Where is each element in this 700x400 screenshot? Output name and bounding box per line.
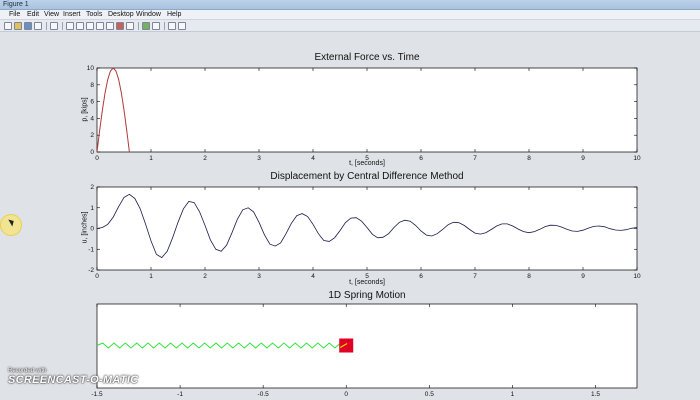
- brush-icon[interactable]: [116, 22, 124, 30]
- menu-view[interactable]: View: [44, 10, 59, 20]
- rotate-icon[interactable]: [96, 22, 104, 30]
- force-ytick-label: 6: [90, 99, 94, 106]
- displacement-ytick-label: 0: [90, 226, 94, 233]
- save-icon[interactable]: [24, 22, 32, 30]
- toolbar-separator: [46, 22, 47, 30]
- watermark-logo-text: SCREENCAST-O-MATIC: [8, 374, 139, 386]
- spring-mass-block: [339, 338, 354, 353]
- menu-window[interactable]: Window: [136, 10, 161, 20]
- window-title-bar: Figure 1: [0, 0, 700, 10]
- toolbar-separator: [164, 22, 165, 30]
- displacement-ytick-label: 1: [90, 205, 94, 212]
- spring-xtick-label: 1.5: [591, 391, 600, 398]
- zoom-out-icon[interactable]: [76, 22, 84, 30]
- spring-xtick-label: 0.5: [425, 391, 434, 398]
- displacement-ytick-label: -1: [88, 246, 94, 253]
- hide-plot-tools-icon[interactable]: [168, 22, 176, 30]
- menu-tools[interactable]: Tools: [86, 10, 102, 20]
- spring-xtick-label: -0.5: [258, 391, 270, 398]
- force-ytick-label: 10: [87, 65, 95, 72]
- force-axes[interactable]: [96, 67, 638, 153]
- zoom-in-icon[interactable]: [66, 22, 74, 30]
- displacement-x-label: t, [seconds]: [349, 279, 385, 286]
- colorbar-icon[interactable]: [142, 22, 150, 30]
- new-figure-icon[interactable]: [4, 22, 12, 30]
- force-x-label: t, [seconds]: [349, 160, 385, 167]
- spring-xtick-label: 0: [344, 391, 348, 398]
- spring-xtick-label: -1: [177, 391, 183, 398]
- menu-file[interactable]: File: [9, 10, 20, 20]
- displacement-ytick-label: 2: [90, 184, 94, 191]
- open-file-icon[interactable]: [14, 22, 22, 30]
- menu-desktop[interactable]: Desktop: [108, 10, 134, 20]
- displacement-plot-title: Displacement by Central Difference Metho…: [270, 171, 464, 182]
- menu-help[interactable]: Help: [167, 10, 181, 20]
- spring-xtick-label: -1.5: [91, 391, 103, 398]
- show-plot-tools-icon[interactable]: [178, 22, 186, 30]
- pan-icon[interactable]: [86, 22, 94, 30]
- figure-toolbar: [0, 20, 700, 32]
- menu-edit[interactable]: Edit: [27, 10, 39, 20]
- displacement-y-label: u, [inches]: [81, 211, 89, 244]
- force-plot-title: External Force vs. Time: [314, 52, 420, 63]
- window-title: Figure 1: [3, 1, 29, 8]
- displacement-ytick-label: -2: [88, 267, 94, 274]
- toolbar-separator: [62, 22, 63, 30]
- menu-bar: File Edit View Insert Tools Desktop Wind…: [0, 10, 700, 20]
- force-ytick-label: 8: [90, 82, 94, 89]
- displacement-axes[interactable]: [96, 186, 638, 271]
- data-cursor-icon[interactable]: [106, 22, 114, 30]
- spring-xtick-label: 1: [511, 391, 515, 398]
- edit-plot-icon[interactable]: [50, 22, 58, 30]
- figure-canvas: 0 1 2 3 4 5 6 7 8 9 100246810 0 1 2 3 4 5 6 7 8 9 10-2-1012 …: [0, 32, 700, 400]
- toolbar-separator: [138, 22, 139, 30]
- print-icon[interactable]: [34, 22, 42, 30]
- force-ytick-label: 2: [90, 132, 94, 139]
- spring-plot-title: 1D Spring Motion: [328, 290, 406, 301]
- menu-insert[interactable]: Insert: [63, 10, 81, 20]
- link-plot-icon[interactable]: [126, 22, 134, 30]
- force-ytick-label: 0: [90, 149, 94, 156]
- force-ytick-label: 4: [90, 115, 94, 122]
- recorder-watermark: Recorded with SCREENCAST-O-MATIC: [8, 368, 138, 386]
- force-y-label: p, [kips]: [81, 97, 89, 122]
- legend-icon[interactable]: [152, 22, 160, 30]
